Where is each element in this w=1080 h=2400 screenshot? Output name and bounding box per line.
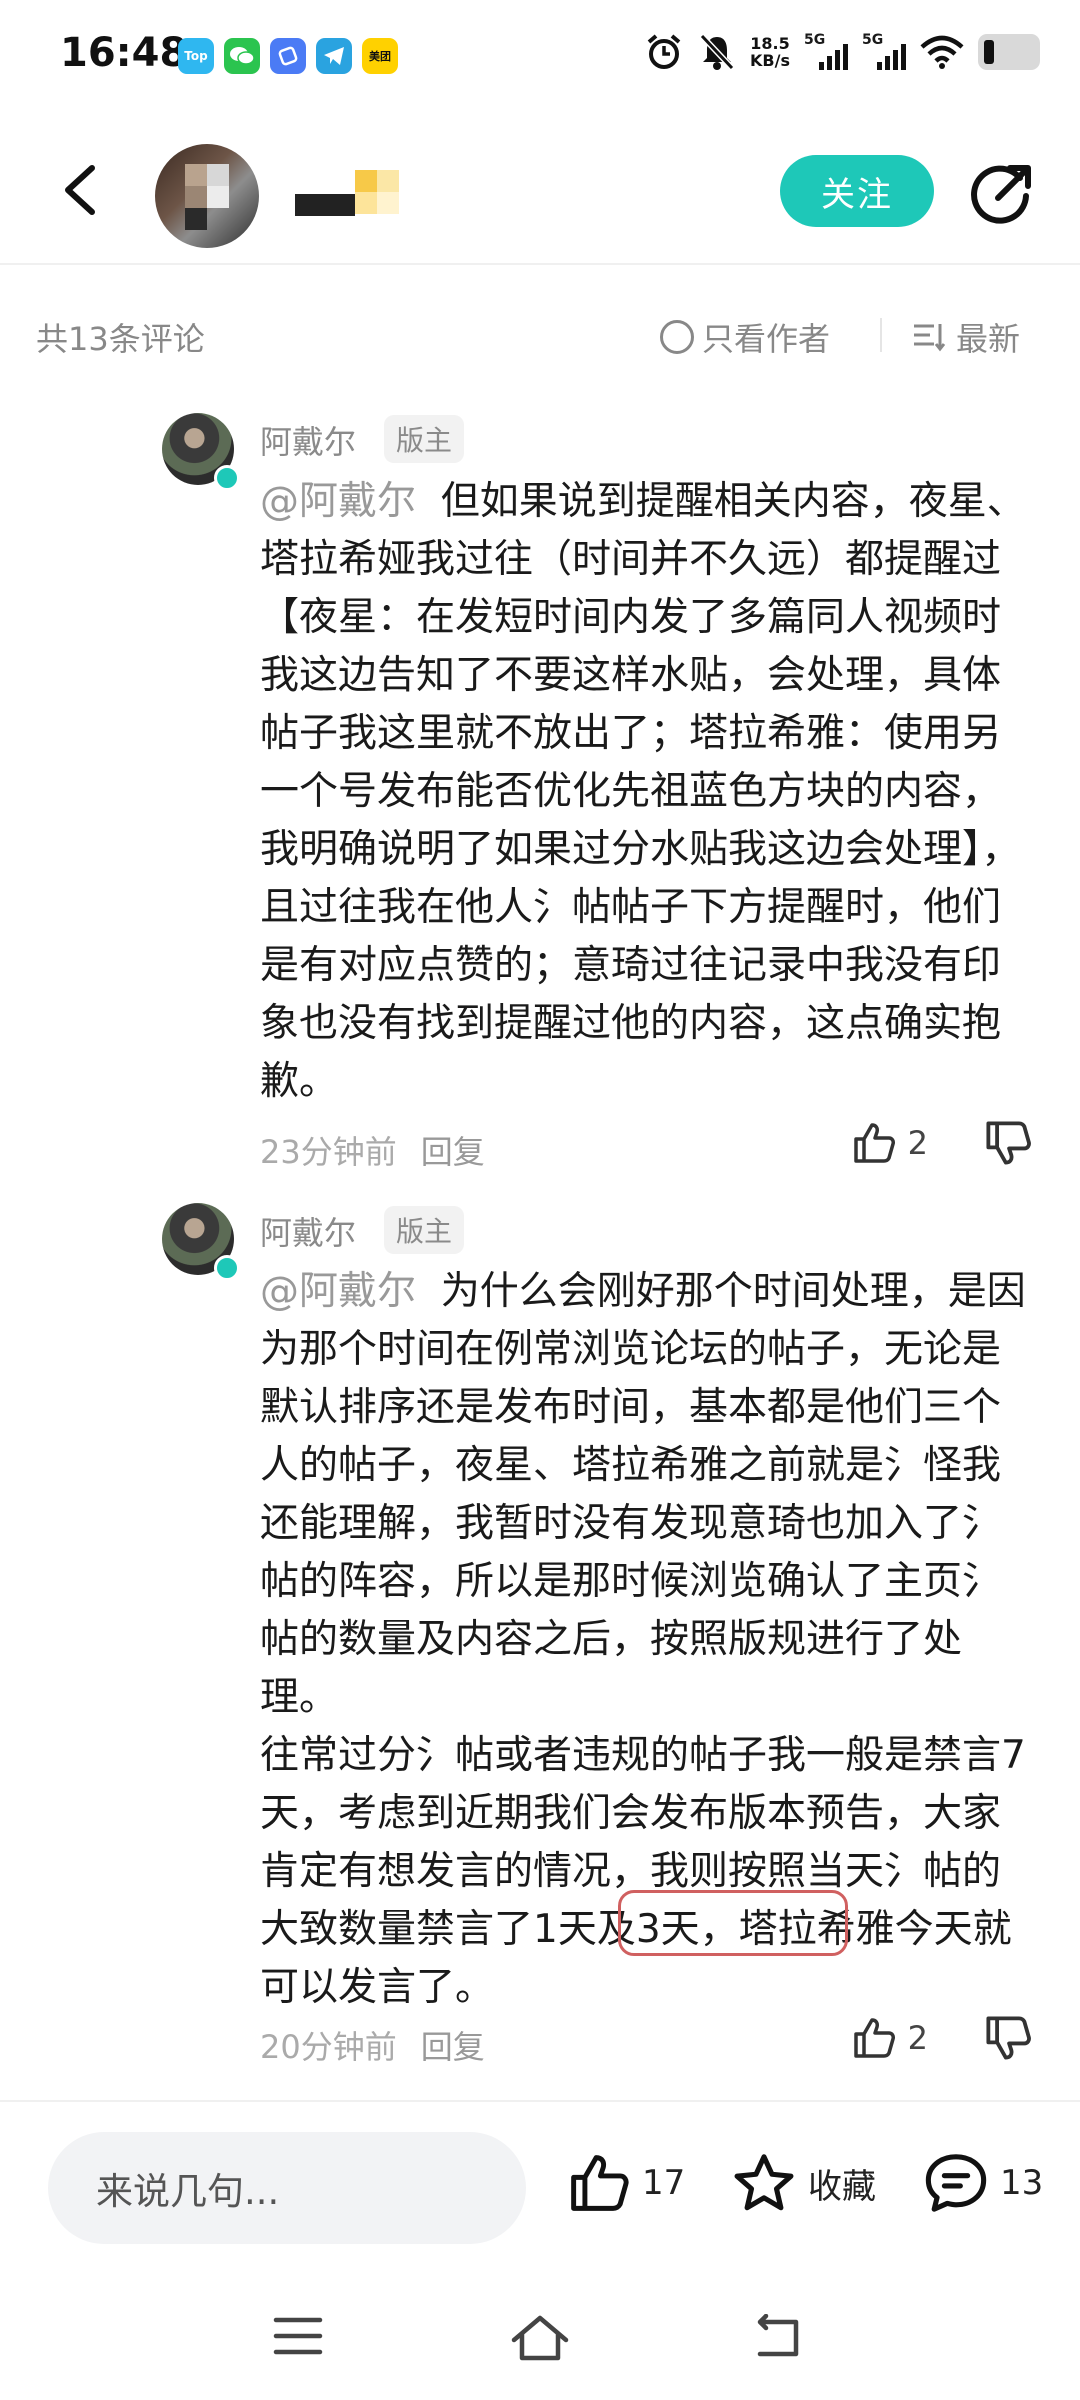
commenter-avatar[interactable] <box>162 413 240 491</box>
comment-total: 13 <box>1000 2163 1044 2203</box>
comment-meta: 20分钟前 回复 <box>260 2022 485 2068</box>
sort-toggle[interactable]: 最新 <box>912 314 1020 360</box>
reply-button[interactable]: 回复 <box>421 1127 485 1173</box>
follow-button[interactable]: 关注 <box>780 155 934 227</box>
sort-lines-icon <box>914 324 946 352</box>
comment-time: 20分钟前 <box>260 2028 397 2066</box>
star-icon <box>734 2154 794 2211</box>
author-avatar[interactable] <box>155 144 259 248</box>
comment-time: 23分钟前 <box>260 1133 397 1171</box>
comment-meta: 23分钟前 回复 <box>260 1127 485 1173</box>
thumbs-up-icon <box>853 1123 895 1163</box>
meituan-icon: 美团 <box>362 38 398 74</box>
post-like-button[interactable]: 17 <box>568 2152 685 2214</box>
share-icon[interactable] <box>968 158 1038 228</box>
sim2-signal-icon: 5G <box>862 32 906 72</box>
wechat-icon <box>224 38 260 74</box>
like-count: 2 <box>907 1124 928 1162</box>
mention-link[interactable]: @阿戴尔 <box>260 1269 416 1314</box>
author-name-blurred[interactable] <box>295 170 405 226</box>
comments-button[interactable]: 13 <box>924 2152 1043 2214</box>
like-button[interactable]: 2 <box>852 1121 928 1165</box>
thumbs-up-icon <box>571 2155 629 2211</box>
favorite-label: 收藏 <box>808 2166 876 2207</box>
back-nav-icon[interactable] <box>752 2314 804 2362</box>
top-app-icon: Top <box>178 38 214 74</box>
only-author-toggle[interactable]: 只看作者 <box>660 314 830 360</box>
comment-filter-bar: 共13条评论 只看作者 最新 <box>0 300 1080 372</box>
comment-bubble-icon <box>925 2154 987 2212</box>
browser-icon <box>270 38 306 74</box>
comment-actions: 2 <box>852 1119 1032 1167</box>
network-speed: 18.5 KB/s <box>750 34 790 70</box>
verified-icon <box>214 465 240 491</box>
verified-icon <box>214 1255 240 1281</box>
menu-icon[interactable] <box>272 2314 324 2358</box>
status-bar: 16:48 Top 美团 18.5 KB/s 5G 5G <box>0 0 1080 110</box>
commenter-avatar[interactable] <box>162 1203 240 1281</box>
comment-input[interactable]: 来说几句... <box>48 2132 526 2244</box>
commenter-name[interactable]: 阿戴尔 <box>260 1208 356 1254</box>
moderator-badge: 版主 <box>384 1206 465 1254</box>
alarm-icon <box>647 34 681 69</box>
thumbs-up-icon <box>853 2018 895 2058</box>
mention-link[interactable]: @阿戴尔 <box>260 479 416 524</box>
system-nav-bar <box>0 2280 1080 2400</box>
bottom-action-bar: 来说几句... 17 收藏 13 <box>0 2100 1080 2260</box>
highlight-annotation <box>618 1890 848 1956</box>
comment-count: 共13条评论 <box>36 320 205 358</box>
thumbs-down-icon[interactable] <box>984 2014 1032 2062</box>
sim1-signal-icon: 5G <box>804 32 848 72</box>
home-icon[interactable] <box>510 2314 570 2362</box>
back-arrow-icon[interactable] <box>52 160 112 220</box>
battery-icon <box>978 34 1040 70</box>
wifi-icon <box>920 35 964 69</box>
telegram-icon <box>316 38 352 74</box>
comment-actions: 2 <box>852 2014 1032 2062</box>
comment-text: @阿戴尔 但如果说到提醒相关内容，夜星、塔拉希娅我过往（时间并不久远）都提醒过【… <box>260 479 1026 1104</box>
like-count: 2 <box>907 2019 928 2057</box>
mute-bell-icon <box>699 33 735 71</box>
post-like-count: 17 <box>642 2163 686 2203</box>
reply-button[interactable]: 回复 <box>421 2022 485 2068</box>
divider <box>880 318 882 352</box>
favorite-button[interactable]: 收藏 <box>732 2152 876 2214</box>
like-button[interactable]: 2 <box>852 2016 928 2060</box>
commenter-name[interactable]: 阿戴尔 <box>260 417 356 463</box>
system-indicators: 18.5 KB/s 5G 5G <box>644 32 1040 72</box>
moderator-badge: 版主 <box>384 415 465 463</box>
status-time: 16:48 <box>60 30 188 76</box>
radio-circle-icon <box>660 320 694 354</box>
post-header: 关注 <box>0 110 1080 265</box>
thumbs-down-icon[interactable] <box>984 1119 1032 1167</box>
notification-icons: Top 美团 <box>178 38 398 74</box>
